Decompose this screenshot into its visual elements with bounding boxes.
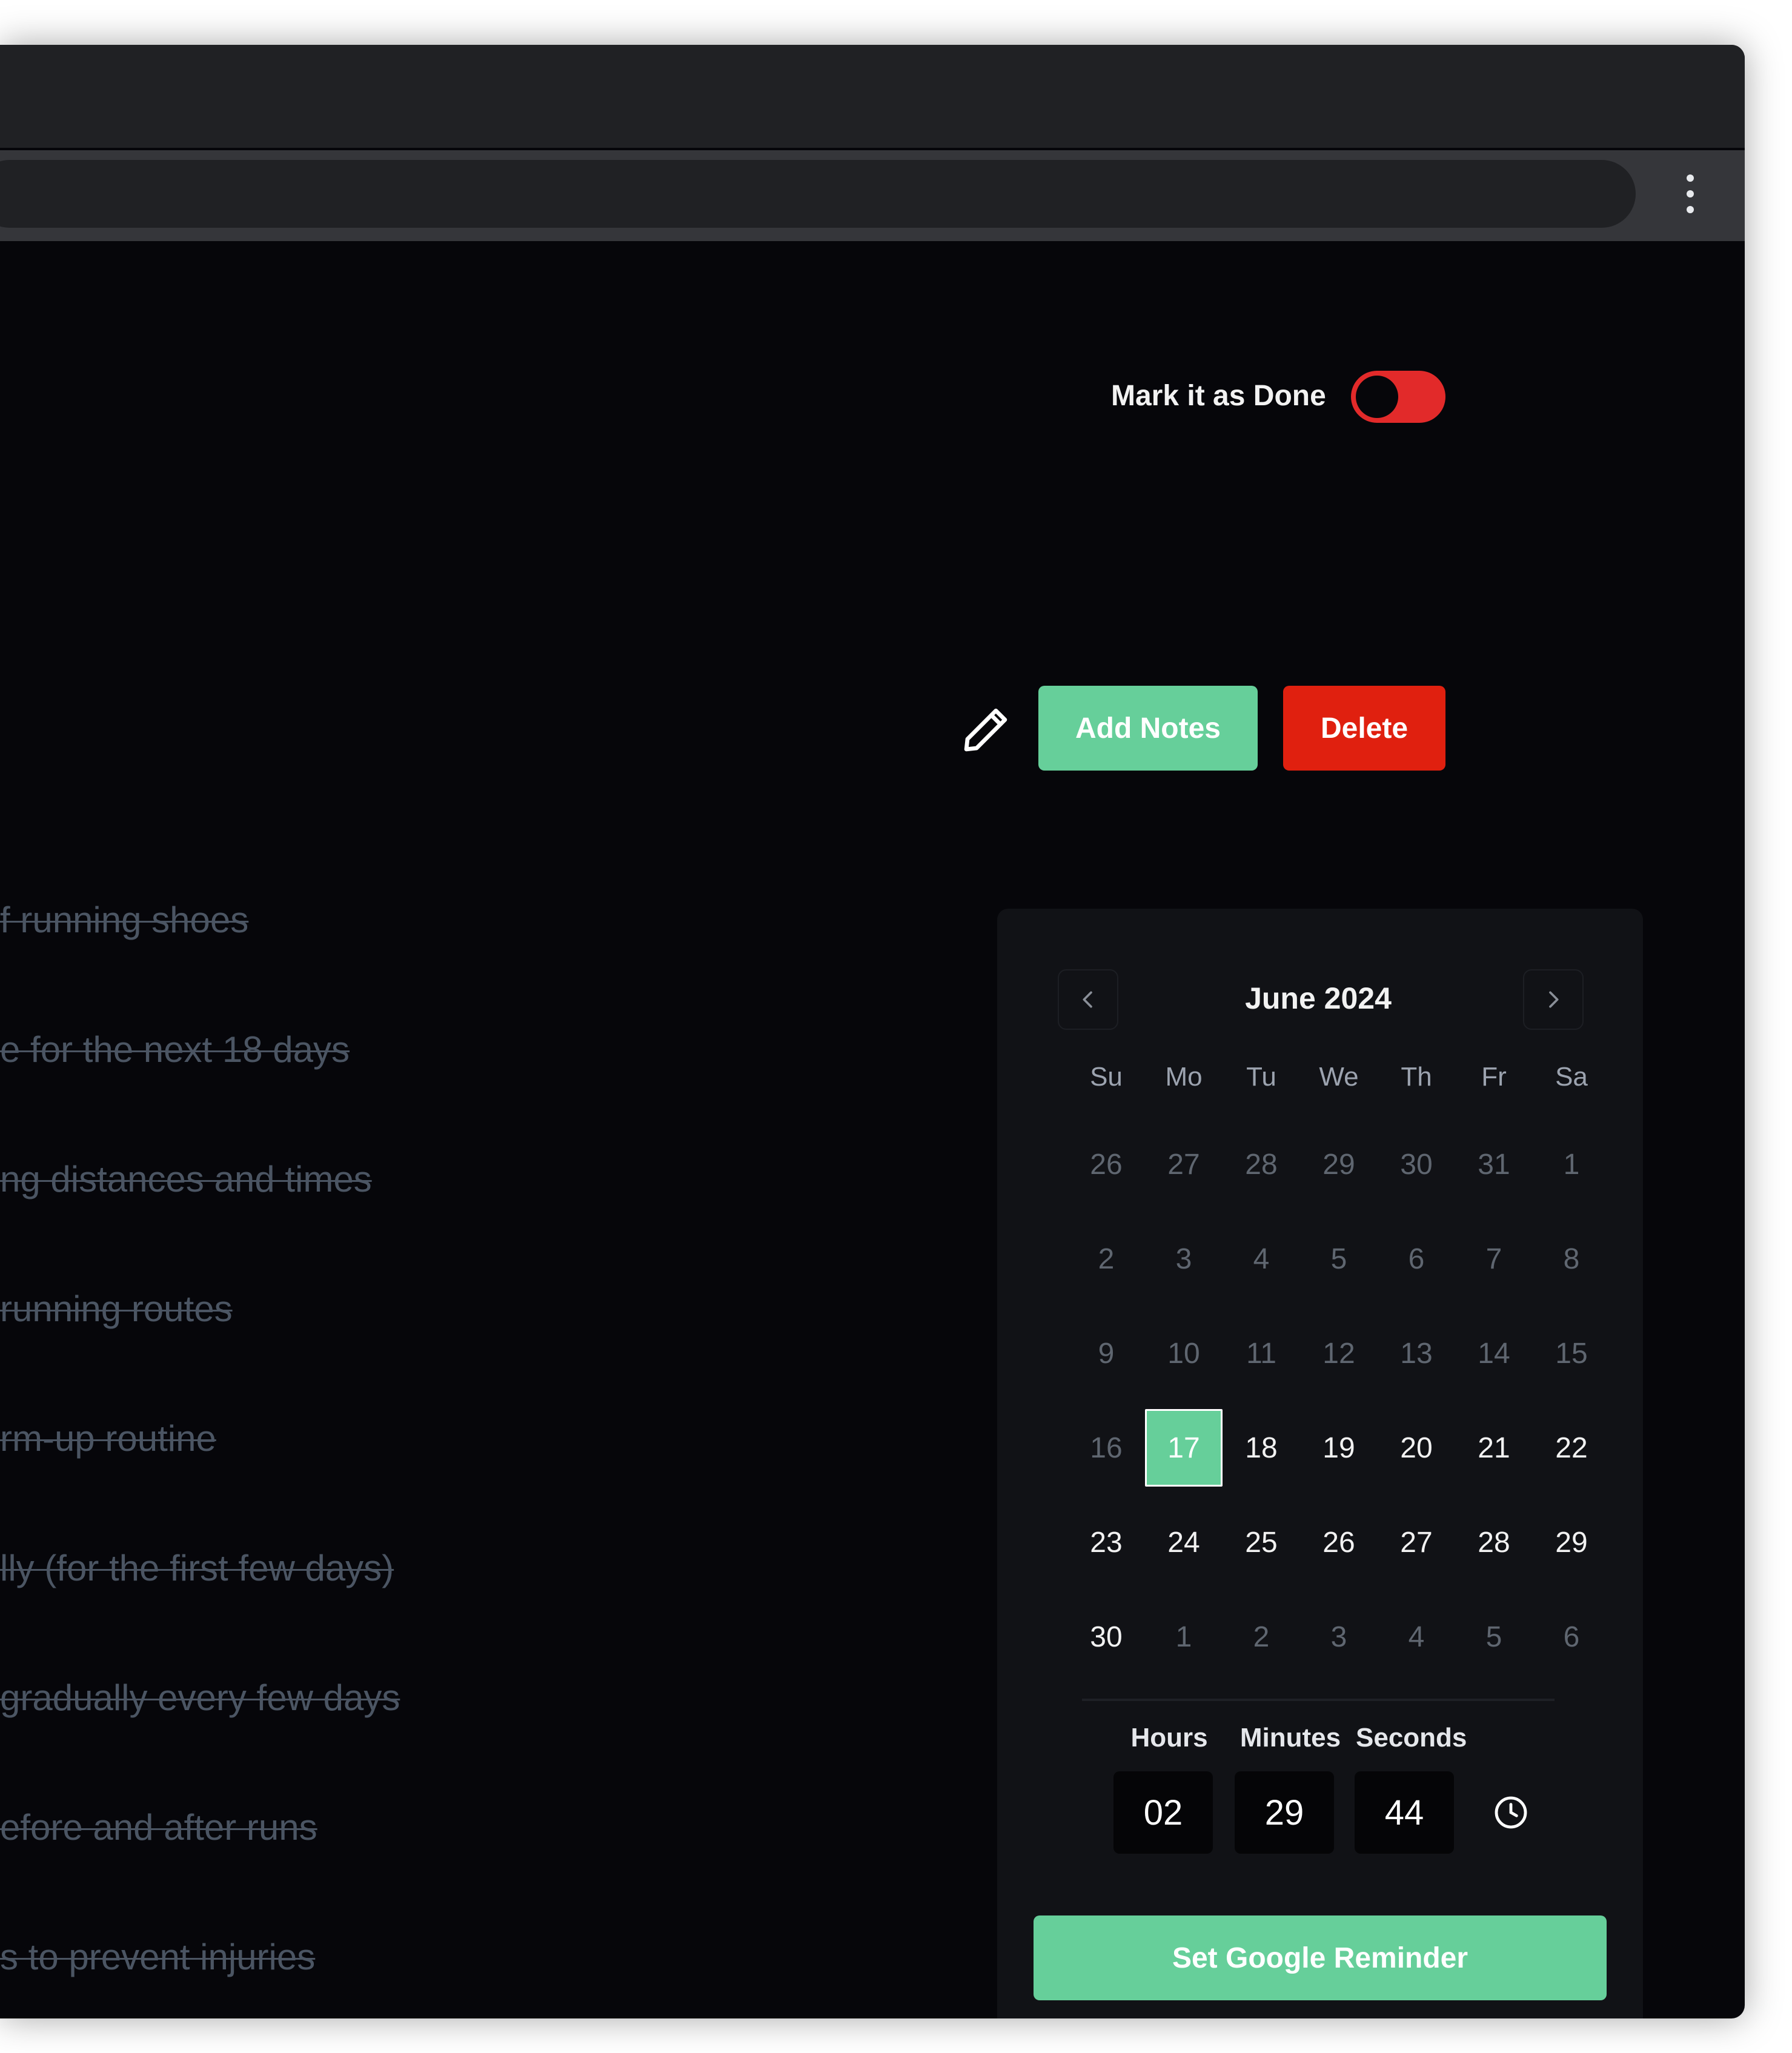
calendar-day[interactable]: 5 [1455,1598,1533,1676]
calendar-day[interactable]: 3 [1300,1598,1378,1676]
calendar-day[interactable]: 6 [1378,1220,1455,1298]
calendar-day-selected[interactable]: 17 [1145,1409,1223,1487]
task-item[interactable]: f running shoes [0,899,248,941]
set-google-reminder-button[interactable]: Set Google Reminder [1034,1915,1607,2000]
calendar-day[interactable]: 26 [1300,1504,1378,1581]
calendar-day[interactable]: 2 [1223,1598,1300,1676]
calendar-day[interactable]: 23 [1067,1504,1145,1581]
calendar-day[interactable]: 21 [1455,1409,1533,1487]
calendar-day[interactable]: 1 [1145,1598,1223,1676]
weekday-header: Su Mo Tu We Th Fr Sa [1067,1048,1610,1106]
calendar-day[interactable]: 10 [1145,1315,1223,1392]
task-item[interactable]: e for the next 18 days [0,1029,350,1070]
browser-window: Mark it as Done Add Notes Delete f runni… [0,45,1745,2018]
hours-label: Hours [1130,1723,1208,1753]
calendar-day[interactable]: 24 [1145,1504,1223,1581]
prev-month-button[interactable] [1058,969,1118,1030]
calendar-day[interactable]: 5 [1300,1220,1378,1298]
calendar-day[interactable]: 4 [1223,1220,1300,1298]
calendar-week: 30 1 2 3 4 5 6 [1067,1598,1610,1676]
calendar-day[interactable]: 14 [1455,1315,1533,1392]
weekday-label: Mo [1165,1062,1203,1092]
toggle-knob [1356,376,1398,418]
minutes-label: Minutes [1239,1723,1341,1753]
task-item[interactable]: efore and after runs [0,1806,317,1848]
minutes-input[interactable]: 29 [1235,1771,1334,1854]
mark-done-label: Mark it as Done [1111,380,1326,412]
calendar-day[interactable]: 30 [1378,1126,1455,1203]
calendar-day[interactable]: 27 [1378,1504,1455,1581]
calendar-day[interactable]: 22 [1533,1409,1610,1487]
calendar-day[interactable]: 2 [1067,1220,1145,1298]
seconds-label: Seconds [1356,1723,1467,1753]
weekday-label: Su [1090,1062,1123,1092]
seconds-input[interactable]: 44 [1355,1771,1454,1854]
calendar-day[interactable]: 31 [1455,1126,1533,1203]
divider [1082,1699,1555,1701]
calendar-day[interactable]: 20 [1378,1409,1455,1487]
calendar-week: 16 17 18 19 20 21 22 [1067,1409,1610,1487]
next-month-button[interactable] [1523,969,1584,1030]
calendar-day[interactable]: 9 [1067,1315,1145,1392]
tab-strip [0,45,1745,148]
chevron-left-icon [1083,991,1092,1008]
calendar-day[interactable]: 3 [1145,1220,1223,1298]
calendar-day[interactable]: 26 [1067,1126,1145,1203]
chevron-right-icon [1549,991,1559,1008]
calendar-day[interactable]: 25 [1223,1504,1300,1581]
calendar-day[interactable]: 15 [1533,1315,1610,1392]
calendar-day[interactable]: 30 [1067,1598,1145,1676]
calendar-day[interactable]: 28 [1223,1126,1300,1203]
more-menu-icon[interactable] [1672,174,1708,213]
calendar-day[interactable]: 27 [1145,1126,1223,1203]
task-item[interactable]: lly (for the first few days) [0,1547,394,1589]
calendar-week: 2345678 [1067,1220,1610,1298]
calendar-day[interactable]: 29 [1533,1504,1610,1581]
weekday-label: We [1319,1062,1359,1092]
weekday-label: Sa [1555,1062,1588,1092]
task-item[interactable]: ng distances and times [0,1158,372,1200]
task-item[interactable]: s to prevent injuries [0,1936,315,1978]
calendar-week: 26 27 28 29 30 31 1 [1067,1126,1610,1203]
clock-icon [1495,1796,1527,1829]
month-title: June 2024 [1245,981,1392,1015]
mark-done-toggle[interactable] [1351,371,1445,423]
pencil-icon[interactable] [958,703,1013,757]
add-notes-button[interactable]: Add Notes [1038,686,1258,771]
calendar-day[interactable]: 13 [1378,1315,1455,1392]
weekday-label: Fr [1481,1062,1507,1092]
delete-button[interactable]: Delete [1283,686,1445,771]
address-bar[interactable] [0,160,1636,228]
calendar-day[interactable]: 7 [1455,1220,1533,1298]
calendar-day[interactable]: 6 [1533,1598,1610,1676]
calendar-day[interactable]: 12 [1300,1315,1378,1392]
calendar-day[interactable]: 8 [1533,1220,1610,1298]
calendar-day[interactable]: 1 [1533,1126,1610,1203]
calendar-week: 9 10 11 12 13 14 15 [1067,1315,1610,1392]
calendar-day[interactable]: 11 [1223,1315,1300,1392]
task-item[interactable]: gradually every few days [0,1677,400,1719]
calendar-day[interactable]: 19 [1300,1409,1378,1487]
calendar-day[interactable]: 18 [1223,1409,1300,1487]
calendar-week: 23 24 25 26 27 28 29 [1067,1504,1610,1581]
calendar-panel: June 2024 Su Mo Tu We Th Fr Sa 26 27 28 29 30 31 1 2 3… [997,909,1643,2018]
task-item[interactable]: running routes [0,1288,233,1330]
hours-input[interactable]: 02 [1113,1771,1213,1854]
calendar-day[interactable]: 29 [1300,1126,1378,1203]
calendar-day[interactable]: 16 [1067,1409,1145,1487]
calendar-day[interactable]: 28 [1455,1504,1533,1581]
weekday-label: Th [1401,1062,1432,1092]
task-item[interactable]: rm-up routine [0,1418,216,1459]
weekday-label: Tu [1246,1062,1276,1092]
calendar-day[interactable]: 4 [1378,1598,1455,1676]
